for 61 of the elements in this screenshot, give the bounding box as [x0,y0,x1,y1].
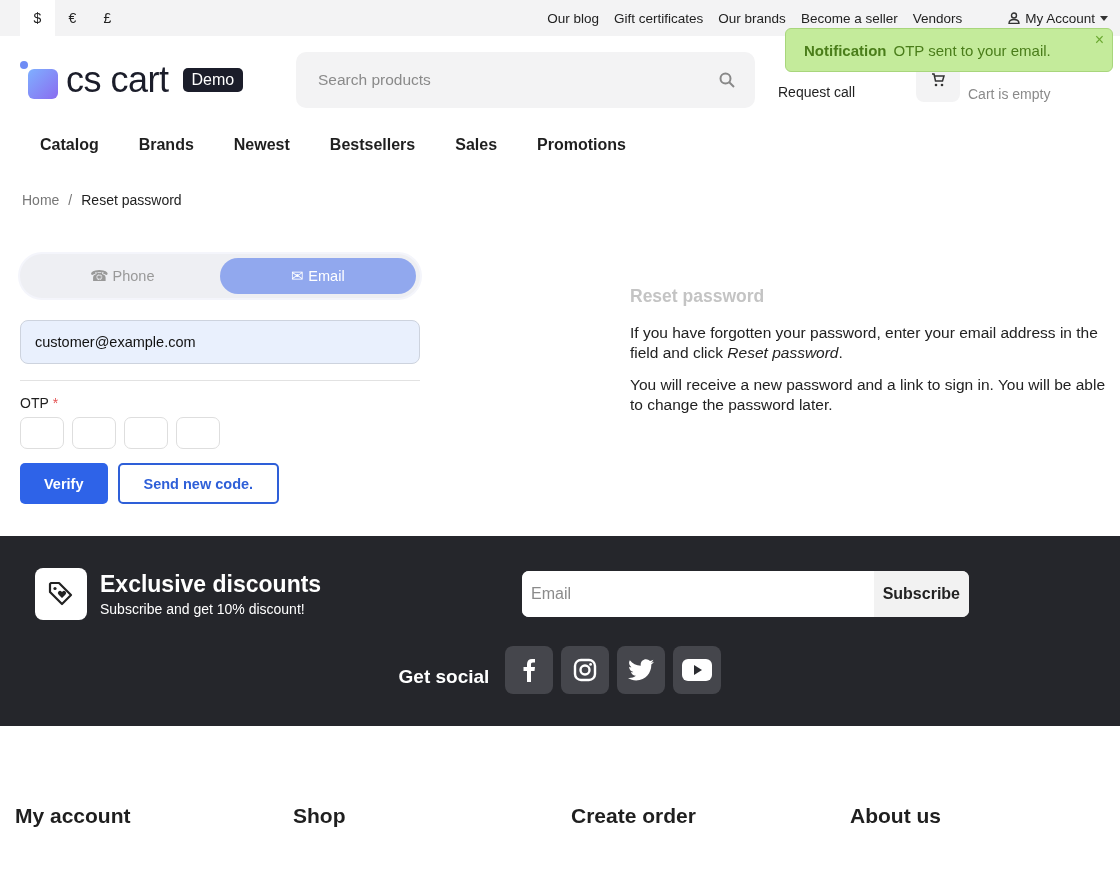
social-label: Get social [398,665,490,688]
nav-link[interactable]: Newest [213,136,310,154]
account-menu[interactable]: My Account [1025,10,1095,26]
currency-tab[interactable]: € [55,0,90,36]
otp-digit-field[interactable] [124,417,168,449]
bird-icon [628,659,655,681]
social-button[interactable] [617,646,666,694]
top-link[interactable]: Our blog [547,10,600,26]
instagram-icon [573,658,598,682]
info-paragraph: If you have forgotten your password, enter your email address in the field and click Reset password. [630,323,1099,363]
social-button[interactable] [505,646,554,694]
notification-title: Notification [804,41,887,59]
top-link[interactable]: Vendors [912,10,963,26]
social-button[interactable] [673,646,722,694]
play-icon [682,659,713,681]
search-bar[interactable]: Search products [296,52,755,108]
cart-status: Cart is empty [968,86,1051,102]
logo-text: cs cart [66,59,169,101]
info-paragraph: You will receive a new password and a link to sign in. You will be able to change the password later. [630,375,1107,415]
subscribe-button[interactable]: Subscribe [873,571,969,617]
footer-heading: My account [15,804,132,828]
breadcrumb-separator: / [68,192,73,208]
nav-link[interactable]: Bestsellers [309,136,436,154]
footer-heading: Shop [293,804,347,828]
nav-link[interactable]: Brands [118,136,214,154]
caret-icon [1100,15,1108,21]
tag-icon [48,581,74,607]
otp-label: OTP [20,395,49,411]
footer-heading: About us [850,804,942,828]
section-title: Reset password [630,286,766,307]
otp-digit-field[interactable] [72,417,116,449]
nav-link[interactable]: Catalog [20,136,119,154]
currency-tab[interactable]: $ [20,0,55,36]
request-call-link[interactable]: Request call [778,84,898,100]
person-icon [1008,12,1021,24]
search-icon[interactable] [719,72,735,88]
required-mark: * [52,395,59,411]
verify-button[interactable]: Verify [20,463,108,504]
top-link[interactable]: Become a seller [800,10,898,26]
breadcrumb-current: Reset password [81,192,182,208]
logo-icon [20,61,58,99]
facebook-icon [522,658,537,682]
promo-text: Subscribe and get 10% discount! [100,601,306,617]
promo-title: Exclusive discounts [100,571,323,598]
search-input[interactable]: Search products [316,70,719,90]
otp-digit-field[interactable] [20,417,64,449]
footer-heading: Create order [571,804,697,828]
social-button[interactable] [561,646,610,694]
account-email-field[interactable]: customer@example.com [20,320,420,364]
top-link[interactable]: Our brands [718,10,786,26]
cart-icon [931,73,945,87]
otp-digit-field[interactable] [176,417,220,449]
currency-tab[interactable]: £ [90,0,125,36]
nav-link[interactable]: Promotions [517,136,646,154]
notification-message: OTP sent to your email. [893,41,1051,59]
breadcrumb-link[interactable]: Home [22,192,60,208]
newsletter-form[interactable]: Email Subscribe [522,571,969,617]
top-link[interactable]: Gift certificates [614,10,704,26]
resend-code-button[interactable]: Send new code. [117,463,280,504]
demo-badge: Demo [182,68,244,92]
nav-link[interactable]: Sales [435,136,518,154]
